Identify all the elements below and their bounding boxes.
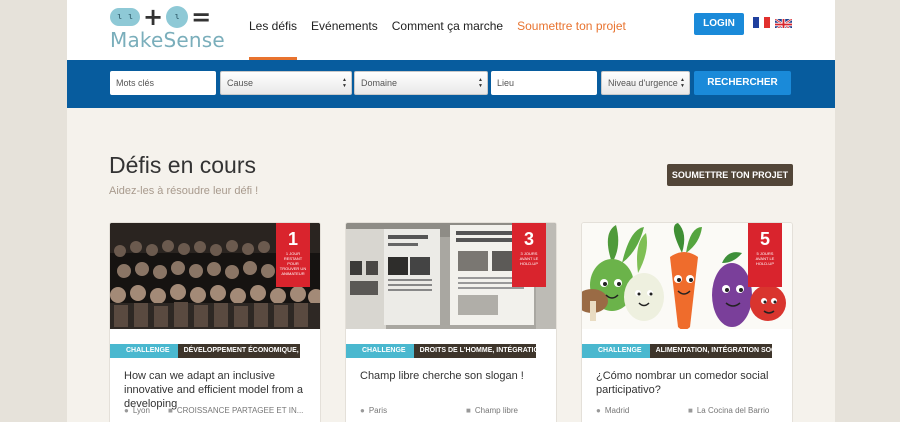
location-text: Madrid [604, 406, 630, 415]
urgency-select-value: Niveau d'urgence [608, 78, 678, 88]
card-tags: CHALLENGE DÉVELOPPEMENT ÉCONOMIQUE, IN..… [110, 344, 300, 358]
card-location: ● Paris [360, 406, 387, 415]
search-button[interactable]: RECHERCHER [694, 71, 791, 95]
card-title[interactable]: Champ libre cherche son slogan ! [360, 369, 550, 383]
logo-bubble-icon: ɩ ɩ [110, 8, 140, 26]
challenge-card[interactable]: 1 1 JOUR RESTANT POUR TROUVER UN ANIMATE… [109, 222, 321, 422]
briefcase-icon: ■ [168, 406, 173, 415]
card-image-cartoon-vegetables[interactable]: 5 5 JOURS AVANT LE HOLD-UP [582, 223, 792, 329]
category-tag[interactable]: DROITS DE L'HOMME, INTÉGRATION ... [413, 344, 536, 358]
card-tags: CHALLENGE DROITS DE L'HOMME, INTÉGRATION… [346, 344, 536, 358]
login-button[interactable]: LOGIN [694, 13, 744, 35]
organization-text: La Cocina del Barrio [696, 406, 770, 415]
up-down-arrows-icon: ▲ ▼ [342, 77, 347, 89]
logo-plus-icon: + [143, 3, 164, 31]
challenge-tag: CHALLENGE [110, 344, 178, 358]
card-location: ● Madrid [596, 406, 629, 415]
challenge-card[interactable]: 5 5 JOURS AVANT LE HOLD-UP CHALLENGE ALI… [581, 222, 793, 422]
days-left-badge: 1 1 JOUR RESTANT POUR TROUVER UN ANIMATE… [276, 223, 310, 287]
nav-comment-ca-marche[interactable]: Comment ça marche [392, 0, 503, 60]
card-organization: ■ Champ libre [466, 406, 518, 415]
page-container: ɩ ɩ + ɩ = MakeSense Les défis Evénements… [67, 0, 835, 422]
badge-text: 5 JOURS AVANT LE HOLD-UP [755, 251, 775, 266]
cause-select[interactable]: Cause ▲ ▼ [220, 71, 352, 95]
badge-number: 1 [287, 229, 298, 249]
organization-text: CROISSANCE PARTAGEE ET IN... [176, 406, 304, 415]
page-title: Défis en cours [109, 152, 257, 178]
nav-les-defis[interactable]: Les défis [249, 0, 298, 60]
card-image-exhibition-posters[interactable]: 3 3 JOURS AVANT LE HOLD-UP [346, 223, 556, 329]
nav-evenements[interactable]: Evénements [311, 0, 378, 60]
badge-number: 3 [523, 229, 534, 249]
logo-equals-icon: = [191, 3, 212, 31]
urgency-select[interactable]: Niveau d'urgence ▲ ▼ [601, 71, 690, 95]
map-pin-icon: ● [596, 406, 601, 415]
days-left-badge: 5 5 JOURS AVANT LE HOLD-UP [748, 223, 782, 287]
card-tags: CHALLENGE ALIMENTATION, INTÉGRATION SOCI… [582, 344, 772, 358]
challenge-tag: CHALLENGE [346, 344, 414, 358]
badge-text: 3 JOURS AVANT LE HOLD-UP [519, 251, 539, 266]
location-text: Lyon [132, 406, 150, 415]
uk-flag-icon[interactable] [775, 17, 792, 28]
category-tag[interactable]: ALIMENTATION, INTÉGRATION SOCI... [649, 344, 772, 358]
place-input[interactable]: Lieu [491, 71, 597, 95]
map-pin-icon: ● [360, 406, 365, 415]
up-down-arrows-icon: ▲ ▼ [680, 77, 685, 89]
domain-select-value: Domaine [361, 78, 398, 88]
days-left-badge: 3 3 JOURS AVANT LE HOLD-UP [512, 223, 546, 287]
logo-face-icon: ɩ [166, 6, 189, 28]
map-pin-icon: ● [124, 406, 129, 415]
search-bar: Mots clés Cause ▲ ▼ Domaine ▲ ▼ Lieu Nivea… [67, 60, 835, 108]
nav-soumettre-projet[interactable]: Soumettre ton projet [517, 0, 626, 60]
briefcase-icon: ■ [688, 406, 693, 415]
card-title[interactable]: How can we adapt an inclusive innovative… [124, 369, 314, 411]
card-image-group-photo[interactable]: 1 1 JOUR RESTANT POUR TROUVER UN ANIMATE… [110, 223, 320, 329]
location-text: Paris [368, 406, 388, 415]
organization-text: Champ libre [474, 406, 518, 415]
up-down-arrows-icon: ▲ ▼ [478, 77, 483, 89]
logo-wordmark: MakeSense [110, 28, 225, 52]
main-nav: Les défis Evénements Comment ça marche S… [249, 0, 640, 60]
challenge-card[interactable]: 3 3 JOURS AVANT LE HOLD-UP CHALLENGE DRO… [345, 222, 557, 422]
card-title[interactable]: ¿Cómo nombrar un comedor social particip… [596, 369, 786, 397]
domain-select[interactable]: Domaine ▲ ▼ [354, 71, 488, 95]
card-organization: ■ La Cocina del Barrio [688, 406, 769, 415]
cause-select-value: Cause [227, 78, 254, 88]
logo-glyphs: ɩ ɩ + ɩ = [110, 3, 212, 31]
card-organization: ■ CROISSANCE PARTAGEE ET IN... [168, 406, 303, 415]
badge-text: 1 JOUR RESTANT POUR TROUVER UN ANIMATEUR [279, 251, 307, 276]
site-header: ɩ ɩ + ɩ = MakeSense Les défis Evénements… [67, 0, 835, 60]
category-tag[interactable]: DÉVELOPPEMENT ÉCONOMIQUE, IN... [177, 344, 300, 358]
makesense-logo[interactable]: ɩ ɩ + ɩ = MakeSense [110, 3, 225, 52]
keywords-input[interactable]: Mots clés [110, 71, 216, 95]
french-flag-icon[interactable] [753, 17, 770, 28]
card-location: ● Lyon [124, 406, 150, 415]
challenge-tag: CHALLENGE [582, 344, 650, 358]
briefcase-icon: ■ [466, 406, 471, 415]
page-subtitle: Aidez-les à résoudre leur défi ! [109, 185, 259, 197]
submit-project-button[interactable]: SOUMETTRE TON PROJET [667, 164, 793, 186]
badge-number: 5 [759, 229, 770, 249]
